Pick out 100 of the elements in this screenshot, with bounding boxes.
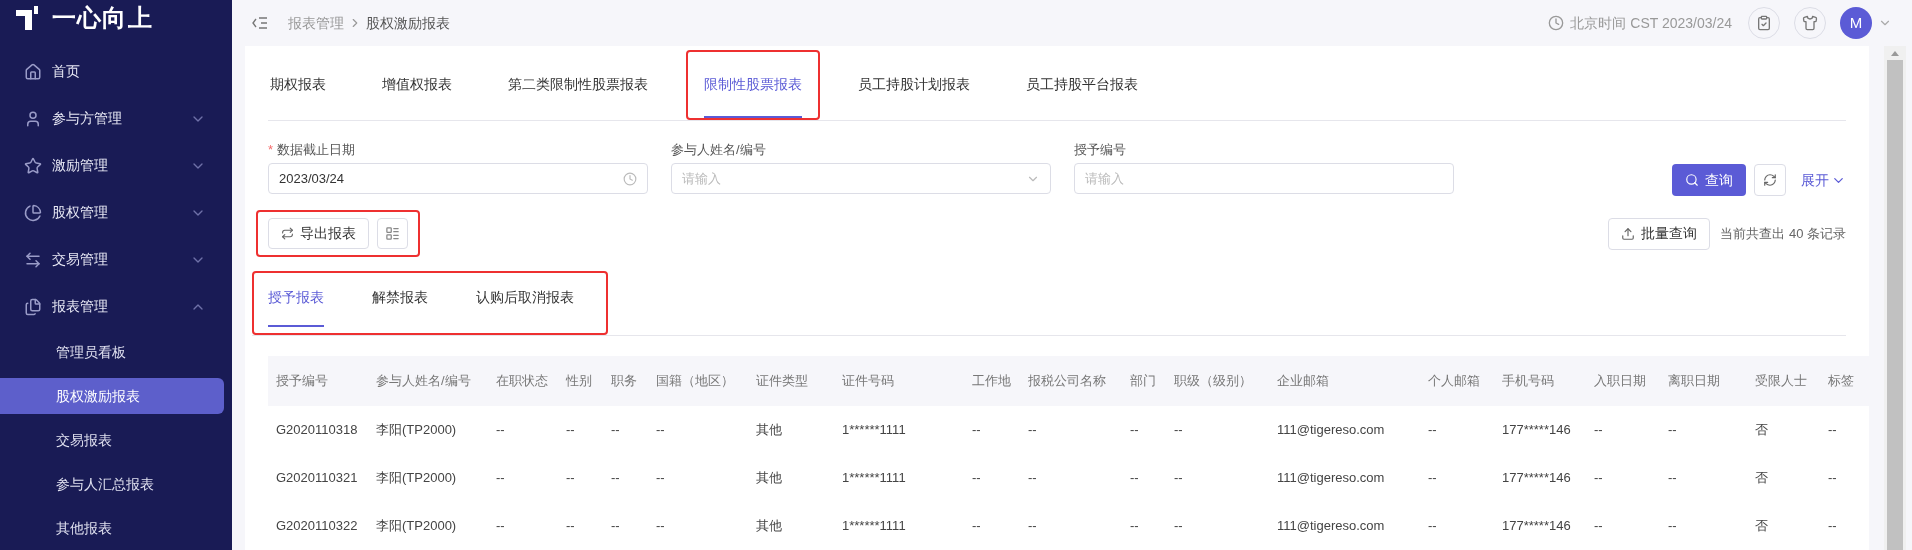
table-cell-text: -- bbox=[655, 517, 666, 536]
sidebar-item[interactable]: 首页 bbox=[0, 48, 232, 95]
table-cell: 177*****146 bbox=[1494, 406, 1586, 454]
field-label: 授予编号 bbox=[1074, 141, 1126, 160]
date-field[interactable]: 2023/03/24 bbox=[268, 163, 648, 194]
table-cell-text: -- bbox=[610, 517, 621, 536]
list-icon bbox=[385, 226, 400, 241]
table-cell: G2020110318 bbox=[268, 406, 368, 454]
upload-icon bbox=[1621, 226, 1636, 241]
table-cell: -- bbox=[603, 406, 648, 454]
sub-tab[interactable]: 授予报表 bbox=[268, 281, 324, 327]
table-cell-text: -- bbox=[1593, 517, 1604, 536]
table-cell-text: 其他 bbox=[755, 469, 783, 488]
table-cell-text: -- bbox=[565, 469, 576, 488]
sidebar-item[interactable]: 激励管理 bbox=[0, 142, 232, 189]
exchange-icon bbox=[24, 250, 42, 269]
table-cell: -- bbox=[1020, 406, 1122, 454]
table-cell: -- bbox=[558, 406, 603, 454]
table-cell-text: -- bbox=[610, 469, 621, 488]
sub-tab[interactable]: 解禁报表 bbox=[372, 281, 428, 327]
clock-icon bbox=[623, 171, 637, 186]
table-cell: -- bbox=[1660, 406, 1747, 454]
sidebar-item[interactable]: 股权管理 bbox=[0, 189, 232, 236]
batch-query-button[interactable]: 批量查询 bbox=[1608, 217, 1711, 250]
sidebar-item[interactable]: 报表管理 bbox=[0, 283, 232, 330]
column-header: 性别 bbox=[558, 356, 603, 406]
refresh-icon bbox=[1763, 173, 1777, 187]
table-cell-text: -- bbox=[1173, 517, 1184, 536]
column-header: 部门 bbox=[1122, 356, 1166, 406]
table-cell-text: G2020110321 bbox=[275, 469, 359, 488]
sidebar-subitem[interactable]: 交易报表 bbox=[0, 422, 224, 458]
report-tab[interactable]: 员工持股平台报表 bbox=[1026, 52, 1138, 118]
column-header: 职务 bbox=[603, 356, 648, 406]
table-cell-text: 177*****146 bbox=[1501, 517, 1572, 536]
table-cell-text: -- bbox=[655, 469, 666, 488]
brand-name: 一心向上 bbox=[52, 3, 153, 33]
query-button[interactable]: 查询 bbox=[1672, 164, 1746, 196]
table-cell-text: -- bbox=[1667, 517, 1678, 536]
table-cell-text: 1******1111 bbox=[841, 469, 907, 488]
menu-fold-icon[interactable] bbox=[252, 16, 268, 30]
table-cell-text: 111@tigereso.com bbox=[1276, 469, 1386, 488]
sidebar-subitem[interactable]: 管理员看板 bbox=[0, 334, 224, 370]
table-cell-text: -- bbox=[1593, 469, 1604, 488]
table-cell-text: -- bbox=[1027, 469, 1038, 488]
sidebar-subitem[interactable]: 参与人汇总报表 bbox=[0, 466, 224, 502]
table-cell-text: 李阳(TP2000) bbox=[375, 469, 458, 488]
table-cell-text: -- bbox=[495, 517, 506, 536]
column-header: 参与人姓名/编号 bbox=[368, 356, 488, 406]
table-cell-text: -- bbox=[1427, 517, 1438, 536]
table-cell-text: -- bbox=[1027, 517, 1038, 536]
table-cell: 1******1111 bbox=[834, 406, 964, 454]
sidebar-subitem[interactable]: 其他报表 bbox=[0, 510, 224, 546]
repeat-icon bbox=[281, 227, 294, 240]
column-settings-button[interactable] bbox=[377, 218, 408, 249]
table-cell-text: -- bbox=[1129, 469, 1140, 488]
sidebar-item[interactable]: 交易管理 bbox=[0, 236, 232, 283]
export-button[interactable]: 导出报表 bbox=[268, 218, 369, 249]
column-header: 职级（级别） bbox=[1166, 356, 1269, 406]
column-header: 授予编号 bbox=[268, 356, 368, 406]
report-tab[interactable]: 限制性股票报表 bbox=[704, 52, 802, 118]
table-cell-text: -- bbox=[1827, 469, 1838, 488]
column-header: 国籍（地区） bbox=[648, 356, 748, 406]
column-header: 离职日期 bbox=[1660, 356, 1747, 406]
table-cell-text: -- bbox=[1827, 517, 1838, 536]
breadcrumb-current: 股权激励报表 bbox=[366, 13, 450, 33]
clipboard-check-icon bbox=[1756, 15, 1772, 31]
reset-button[interactable] bbox=[1754, 164, 1786, 196]
sidebar-subitem[interactable]: 股权激励报表 bbox=[0, 378, 224, 414]
report-tab[interactable]: 员工持股计划报表 bbox=[858, 52, 970, 118]
column-header: 证件类型 bbox=[748, 356, 834, 406]
table-cell: 其他 bbox=[748, 406, 834, 454]
table-cell-text: -- bbox=[1667, 469, 1678, 488]
column-header: 证件号码 bbox=[834, 356, 964, 406]
column-header: 受限人士 bbox=[1747, 356, 1820, 406]
record-count: 当前共查出 40 条记录 bbox=[1720, 224, 1846, 243]
table-cell: -- bbox=[1122, 406, 1166, 454]
pie-chart-icon bbox=[24, 203, 42, 222]
field-label: 参与人姓名/编号 bbox=[671, 141, 766, 160]
table-cell-text: 177*****146 bbox=[1501, 469, 1572, 488]
table-cell-text: -- bbox=[1173, 469, 1184, 488]
table-cell: 否 bbox=[1747, 406, 1820, 454]
column-header: 报税公司名称 bbox=[1020, 356, 1122, 406]
table-cell: -- bbox=[964, 406, 1020, 454]
report-tab[interactable]: 第二类限制性股票报表 bbox=[508, 52, 648, 118]
report-tab[interactable]: 期权报表 bbox=[270, 52, 326, 118]
column-header: 企业邮箱 bbox=[1269, 356, 1420, 406]
required-mark: * bbox=[268, 141, 274, 160]
sidebar-item[interactable]: 参与方管理 bbox=[0, 95, 232, 142]
table-cell-text: 111@tigereso.com bbox=[1276, 517, 1386, 536]
scrollbar-thumb[interactable] bbox=[1887, 60, 1903, 550]
star-icon bbox=[24, 156, 42, 175]
table-cell-text: G2020110322 bbox=[275, 517, 359, 536]
sub-tab[interactable]: 认购后取消报表 bbox=[476, 281, 574, 327]
expand-link[interactable]: 展开 bbox=[1801, 164, 1846, 196]
table-cell: -- bbox=[1166, 406, 1269, 454]
report-tab[interactable]: 增值权报表 bbox=[382, 52, 452, 118]
user-avatar[interactable]: M bbox=[1840, 7, 1872, 39]
documents-icon bbox=[24, 297, 42, 316]
column-header: 标签 bbox=[1820, 356, 1869, 406]
column-header: 入职日期 bbox=[1586, 356, 1660, 406]
